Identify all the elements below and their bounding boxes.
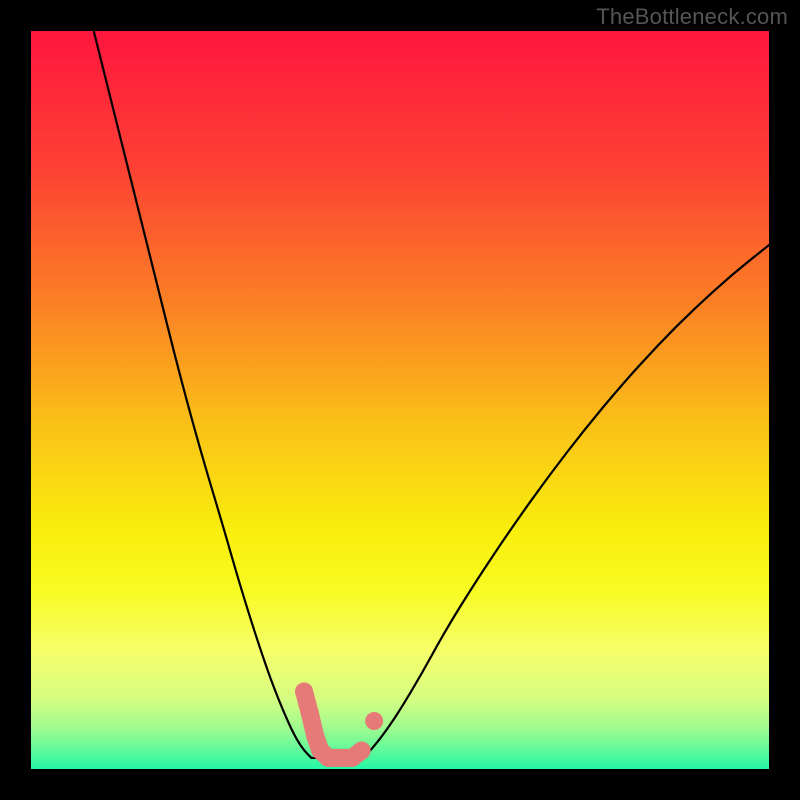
plot-svg [31,31,769,769]
marker-point [365,712,383,730]
plot-area [31,31,769,769]
watermark-text: TheBottleneck.com [596,4,788,30]
chart-frame: TheBottleneck.com [0,0,800,800]
gradient-background [31,31,769,769]
marker-point [301,705,319,723]
marker-point [295,683,313,701]
marker-point [353,742,371,760]
